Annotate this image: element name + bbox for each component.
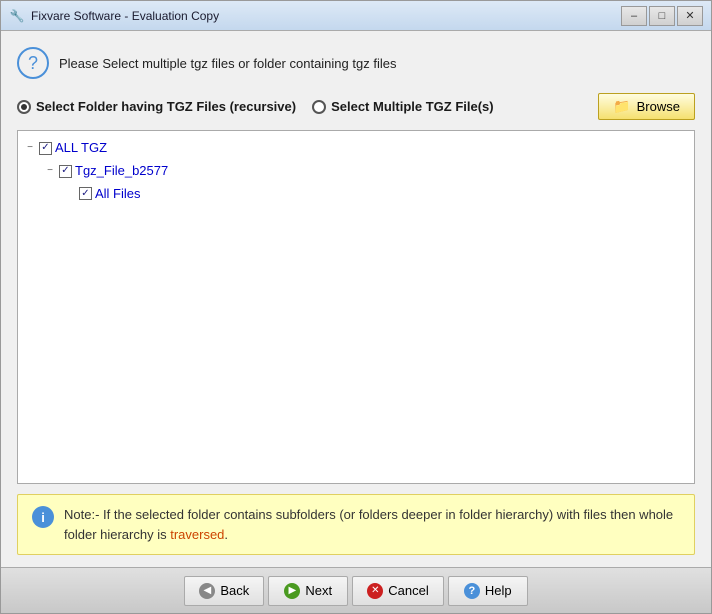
- note-area: i Note:- If the selected folder contains…: [17, 494, 695, 555]
- next-icon: ▶: [284, 583, 300, 599]
- question-icon: ?: [17, 47, 49, 79]
- close-button[interactable]: ✕: [677, 6, 703, 26]
- radio-folder-label: Select Folder having TGZ Files (recursiv…: [36, 99, 296, 114]
- maximize-button[interactable]: □: [649, 6, 675, 26]
- cancel-button[interactable]: ✕ Cancel: [352, 576, 443, 606]
- radio-files-circle[interactable]: [312, 100, 326, 114]
- tree-expander-icon[interactable]: −: [44, 165, 56, 177]
- browse-label: Browse: [637, 99, 680, 114]
- radio-folder-circle[interactable]: [17, 100, 31, 114]
- main-window: 🔧 Fixvare Software - Evaluation Copy – □…: [0, 0, 712, 614]
- tree-checkbox[interactable]: ✓: [39, 142, 52, 155]
- next-button[interactable]: ▶ Next: [268, 576, 348, 606]
- app-icon: 🔧: [9, 8, 25, 24]
- header-text: Please Select multiple tgz files or fold…: [59, 56, 396, 71]
- tree-expander-icon[interactable]: −: [24, 142, 36, 154]
- back-icon: ◀: [199, 583, 215, 599]
- tree-node[interactable]: −✓Tgz_File_b2577: [44, 160, 688, 183]
- note-text-part1: Note:- If the selected folder contains s…: [64, 507, 673, 542]
- file-tree[interactable]: −✓ALL TGZ−✓Tgz_File_b2577✓All Files: [17, 130, 695, 484]
- cancel-icon: ✕: [367, 583, 383, 599]
- radio-folder[interactable]: Select Folder having TGZ Files (recursiv…: [17, 99, 296, 114]
- note-highlight: traversed: [170, 527, 224, 542]
- header-row: ? Please Select multiple tgz files or fo…: [17, 43, 695, 83]
- back-button[interactable]: ◀ Back: [184, 576, 264, 606]
- tree-checkbox[interactable]: ✓: [79, 187, 92, 200]
- browse-button[interactable]: 📁 Browse: [598, 93, 695, 120]
- tree-node-label: ALL TGZ: [55, 138, 107, 159]
- back-label: Back: [220, 583, 249, 598]
- window-controls: – □ ✕: [621, 6, 703, 26]
- help-button[interactable]: ? Help: [448, 576, 528, 606]
- note-text: Note:- If the selected folder contains s…: [64, 505, 680, 544]
- minimize-button[interactable]: –: [621, 6, 647, 26]
- help-label: Help: [485, 583, 512, 598]
- next-label: Next: [305, 583, 332, 598]
- tree-node-label: Tgz_File_b2577: [75, 161, 168, 182]
- note-text-part2: .: [224, 527, 228, 542]
- options-row: Select Folder having TGZ Files (recursiv…: [17, 93, 695, 120]
- tree-checkbox[interactable]: ✓: [59, 165, 72, 178]
- browse-icon: 📁: [613, 98, 630, 115]
- help-icon: ?: [464, 583, 480, 599]
- window-title: Fixvare Software - Evaluation Copy: [31, 9, 621, 23]
- tree-node-label: All Files: [95, 184, 141, 205]
- cancel-label: Cancel: [388, 583, 428, 598]
- tree-node[interactable]: −✓ALL TGZ: [24, 137, 688, 160]
- tree-node[interactable]: ✓All Files: [64, 183, 688, 206]
- radio-files-label: Select Multiple TGZ File(s): [331, 99, 494, 114]
- footer: ◀ Back ▶ Next ✕ Cancel ? Help: [1, 567, 711, 613]
- content-area: ? Please Select multiple tgz files or fo…: [1, 31, 711, 567]
- info-icon: i: [32, 506, 54, 528]
- radio-files[interactable]: Select Multiple TGZ File(s): [312, 99, 494, 114]
- title-bar: 🔧 Fixvare Software - Evaluation Copy – □…: [1, 1, 711, 31]
